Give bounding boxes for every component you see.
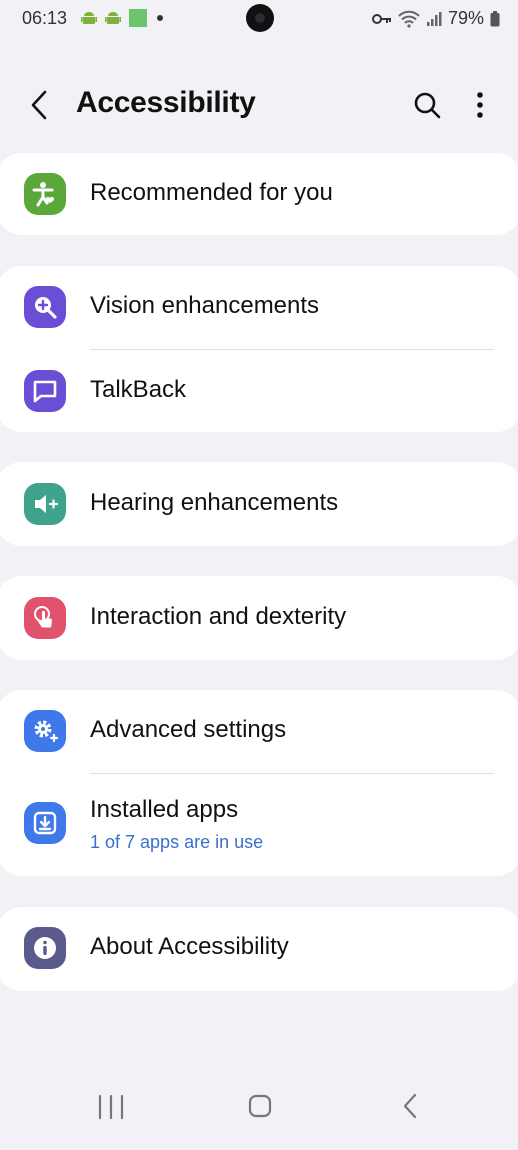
- settings-plus-icon: [24, 710, 66, 752]
- signal-icon: [426, 11, 442, 26]
- navigation-bar: [0, 1086, 518, 1150]
- menu-item-label: Interaction and dexterity: [90, 603, 347, 630]
- menu-item-talkback[interactable]: TalkBack: [0, 350, 514, 432]
- recent-apps-icon[interactable]: [96, 1094, 126, 1120]
- battery-percent: 79%: [447, 8, 484, 28]
- info-icon: [24, 927, 66, 969]
- menu-item-advanced-settings[interactable]: Advanced settings: [0, 690, 514, 772]
- section-advanced: Advanced settings Installed apps 1 of 7 …: [0, 690, 518, 876]
- section-recommended: Recommended for you: [0, 153, 518, 235]
- status-bar: 06:13 79%: [0, 0, 518, 36]
- menu-item-label: Installed apps: [90, 796, 239, 823]
- divider: [90, 773, 494, 774]
- home-icon[interactable]: [248, 1094, 272, 1118]
- front-camera: [246, 4, 274, 32]
- talkback-icon: [24, 370, 66, 412]
- status-notification-icons: [80, 8, 166, 28]
- search-icon: [414, 92, 441, 119]
- menu-item-label: About Accessibility: [90, 933, 289, 960]
- search-button[interactable]: [410, 88, 444, 122]
- zoom-in-icon: [24, 286, 66, 328]
- status-time: 06:13: [22, 8, 68, 28]
- menu-item-label: TalkBack: [90, 376, 187, 403]
- menu-item-hearing-enhancements[interactable]: Hearing enhancements: [0, 463, 514, 545]
- menu-item-label: Advanced settings: [90, 716, 287, 743]
- menu-item-vision-enhancements[interactable]: Vision enhancements: [0, 266, 514, 348]
- key-icon: [371, 13, 391, 24]
- menu-item-about-accessibility[interactable]: About Accessibility: [0, 907, 514, 989]
- more-options-button[interactable]: [466, 88, 494, 122]
- menu-item-recommended[interactable]: Recommended for you: [0, 153, 514, 235]
- accessibility-person-icon: [24, 173, 66, 215]
- wifi-icon: [398, 10, 420, 28]
- android-icon: [105, 12, 121, 24]
- section-interaction: Interaction and dexterity: [0, 576, 518, 660]
- battery-icon: [490, 10, 500, 26]
- image-icon: [129, 9, 147, 27]
- section-vision: Vision enhancements TalkBack: [0, 266, 518, 432]
- menu-item-label: Hearing enhancements: [90, 489, 339, 516]
- chevron-left-icon: [31, 90, 47, 120]
- menu-item-interaction-dexterity[interactable]: Interaction and dexterity: [0, 577, 514, 659]
- app-bar: Accessibility: [0, 70, 518, 142]
- touch-icon: [24, 597, 66, 639]
- status-system-icons: 79%: [371, 8, 500, 29]
- back-button[interactable]: [24, 88, 54, 122]
- page-title: Accessibility: [76, 86, 256, 119]
- menu-item-label: Vision enhancements: [90, 292, 320, 319]
- section-hearing: Hearing enhancements: [0, 462, 518, 546]
- menu-item-label: Recommended for you: [90, 179, 333, 206]
- menu-item-summary: 1 of 7 apps are in use: [90, 832, 264, 852]
- back-icon[interactable]: [400, 1092, 420, 1120]
- section-about: About Accessibility: [0, 907, 518, 991]
- dot-icon: [157, 15, 163, 21]
- android-icon: [81, 12, 97, 24]
- more-vertical-icon: [477, 92, 483, 118]
- hearing-icon: [24, 483, 66, 525]
- download-icon: [24, 802, 66, 844]
- menu-item-installed-apps[interactable]: Installed apps 1 of 7 apps are in use: [0, 782, 514, 864]
